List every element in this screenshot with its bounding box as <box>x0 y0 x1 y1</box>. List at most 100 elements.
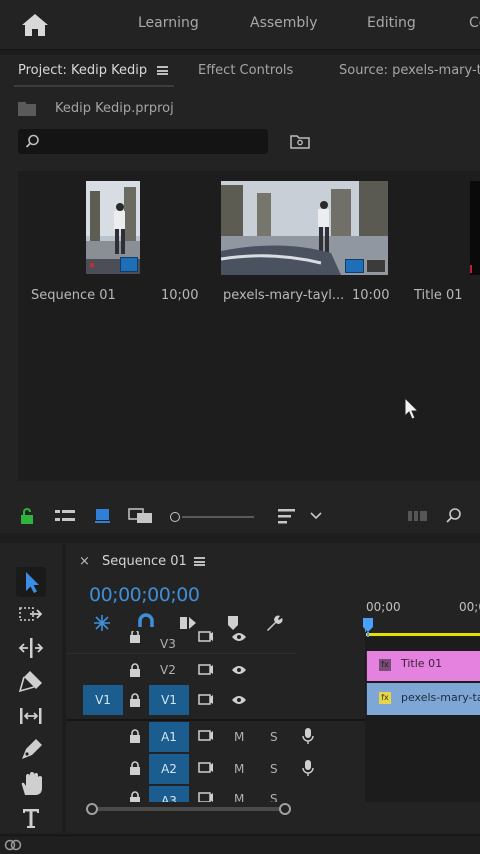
pen-tool-icon[interactable] <box>16 735 46 765</box>
linked-selection-icon[interactable] <box>178 613 198 633</box>
playhead-icon[interactable] <box>363 618 373 632</box>
timecode-display[interactable]: 00;00;00;00 <box>89 584 200 606</box>
toggle-sync-lock-icon[interactable] <box>198 631 214 643</box>
track-v3: V3 <box>66 631 296 655</box>
track-target-v1[interactable]: V1 <box>149 685 189 715</box>
find-icon[interactable] <box>445 507 463 525</box>
scrollbar-right-handle[interactable] <box>279 803 291 815</box>
item-name-video: pexels-mary-tayl... <box>223 288 345 303</box>
add-marker-icon[interactable] <box>223 613 243 633</box>
item-name-title: Title 01 <box>414 288 463 303</box>
chevron-down-icon[interactable] <box>309 507 323 525</box>
ripple-edit-tool-icon[interactable] <box>16 633 46 663</box>
lock-track-icon[interactable] <box>128 761 142 775</box>
video-clip[interactable]: fx pexels-mary-tay <box>366 683 480 715</box>
hand-tool-icon[interactable] <box>16 769 46 799</box>
timeline-zoom-scrollbar[interactable] <box>86 801 291 817</box>
microphone-icon[interactable] <box>302 727 314 745</box>
track-label-v3: V3 <box>160 637 176 651</box>
mute-track-button[interactable]: M <box>234 762 244 776</box>
project-bin-icon <box>18 102 36 116</box>
sequence-badge-icon <box>120 257 138 272</box>
track-a3: A3 M S <box>66 786 326 802</box>
sort-icon[interactable] <box>277 507 297 525</box>
timeline-settings-wrench-icon[interactable] <box>264 613 284 633</box>
time-ruler[interactable] <box>365 618 480 632</box>
track-a1: A1 M S <box>66 722 326 752</box>
track-target-a1[interactable]: A1 <box>149 722 189 752</box>
toggle-sync-lock-icon[interactable] <box>198 730 214 742</box>
tab-editing[interactable]: Editing <box>367 15 416 31</box>
search-icon <box>25 134 39 148</box>
lock-track-icon[interactable] <box>128 693 142 707</box>
panel-menu-icon[interactable] <box>157 66 168 75</box>
tools-panel <box>0 543 62 833</box>
audio-badge-icon <box>366 259 386 273</box>
eye-icon[interactable] <box>231 631 247 643</box>
lock-icon[interactable] <box>19 507 35 525</box>
slip-tool-icon[interactable] <box>16 701 46 731</box>
automate-to-sequence-icon <box>408 511 427 521</box>
lock-track-icon[interactable] <box>128 729 142 743</box>
project-file-name: Kedip Kedip.prproj <box>55 101 174 116</box>
timeline-panel: × Sequence 01 00;00;00;00 00;00 00;00 V3… <box>66 543 480 833</box>
video-badge-icon <box>345 259 364 273</box>
lock-track-icon[interactable] <box>128 631 142 643</box>
track-select-tool-icon[interactable] <box>16 599 46 629</box>
solo-track-button[interactable]: S <box>270 730 278 744</box>
toggle-sync-lock-icon[interactable] <box>198 664 214 676</box>
eye-icon[interactable] <box>231 694 247 706</box>
icon-view-icon[interactable] <box>94 507 112 525</box>
workspace-bar: Learning Assembly Editing Co <box>0 0 480 50</box>
track-v2: V2 <box>66 656 296 686</box>
toggle-sync-lock-icon[interactable] <box>198 694 214 706</box>
track-target-a3[interactable]: A3 <box>149 786 189 802</box>
freeform-view-icon[interactable] <box>128 507 154 525</box>
project-panel: Project: Kedip Kedip Effect Controls Sou… <box>0 55 480 533</box>
list-view-icon[interactable] <box>54 507 76 525</box>
lock-track-icon[interactable] <box>128 663 142 677</box>
project-search-input[interactable] <box>18 129 268 154</box>
track-target-a2[interactable]: A2 <box>149 754 189 784</box>
status-bar <box>0 835 480 854</box>
new-bin-icon[interactable] <box>290 133 310 149</box>
creative-cloud-icon[interactable] <box>4 838 22 852</box>
selection-tool[interactable] <box>16 567 46 597</box>
source-patch-v1[interactable]: V1 <box>83 685 123 715</box>
solo-track-button[interactable]: S <box>270 762 278 776</box>
item-duration-video: 10:00 <box>352 288 390 303</box>
title-thumbnail[interactable] <box>470 181 480 275</box>
zoom-slider[interactable] <box>170 512 255 522</box>
microphone-icon[interactable] <box>302 759 314 777</box>
selection-arrow-icon <box>26 572 39 593</box>
eye-icon[interactable] <box>231 664 247 676</box>
type-tool-icon[interactable] <box>16 803 46 833</box>
track-label-v2: V2 <box>160 663 176 677</box>
title-clip[interactable]: fx Title 01 <box>366 651 480 681</box>
mouse-cursor-icon <box>404 397 420 420</box>
timeline-menu-icon[interactable] <box>194 557 205 566</box>
tab-color[interactable]: Co <box>469 15 480 31</box>
title-clip-label: Title 01 <box>401 657 443 670</box>
fx-badge-icon: fx <box>379 692 391 704</box>
work-area-bar[interactable] <box>366 633 480 636</box>
scrollbar-left-handle[interactable] <box>86 803 98 815</box>
tab-project[interactable]: Project: Kedip Kedip <box>18 63 147 78</box>
mute-track-button[interactable]: M <box>234 730 244 744</box>
nest-toggle-icon[interactable] <box>92 613 112 633</box>
razor-tool-icon[interactable] <box>16 667 46 697</box>
ruler-label-start: 00;00 <box>366 600 401 614</box>
tab-source[interactable]: Source: pexels-mary-ta <box>339 63 480 78</box>
tab-learning[interactable]: Learning <box>138 15 199 31</box>
track-v1: V1 V1 <box>66 684 296 717</box>
tab-assembly[interactable]: Assembly <box>250 15 317 31</box>
track-a2: A2 M S <box>66 754 326 784</box>
close-sequence-icon[interactable]: × <box>79 554 90 569</box>
item-name-sequence: Sequence 01 <box>31 288 116 303</box>
sequence-tab-name[interactable]: Sequence 01 <box>102 554 187 569</box>
scrollbar-track[interactable] <box>98 807 280 811</box>
tab-effect-controls[interactable]: Effect Controls <box>198 63 293 78</box>
toggle-sync-lock-icon[interactable] <box>198 762 214 774</box>
snap-magnet-icon[interactable] <box>136 613 156 633</box>
home-icon[interactable] <box>18 11 52 39</box>
